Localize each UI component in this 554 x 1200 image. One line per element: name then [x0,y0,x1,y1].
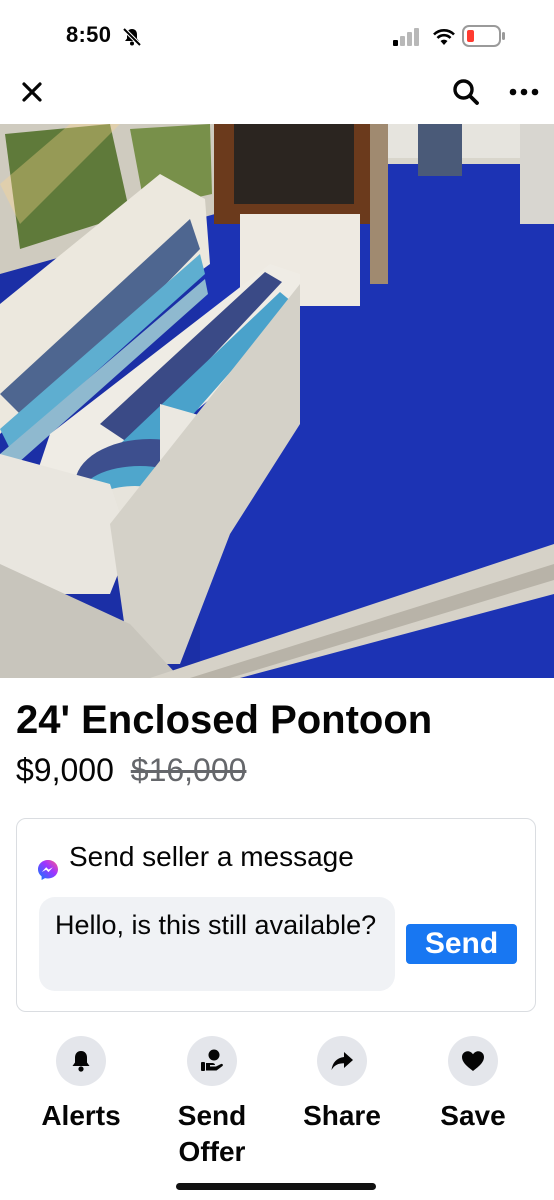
status-time: 8:50 [66,22,112,47]
search-button[interactable] [448,74,484,110]
share-button[interactable]: Share [277,1036,407,1134]
save-icon-circle [448,1036,498,1086]
action-bar: Alerts Send Offer Share Save [0,1036,554,1186]
close-button[interactable] [14,74,50,110]
alerts-label: Alerts [41,1100,121,1131]
messenger-icon [38,860,58,880]
search-icon [453,79,479,105]
save-button[interactable]: Save [408,1036,538,1134]
message-card-title: Send seller a message [69,841,354,872]
original-price: $16,000 [130,752,247,788]
listing-title: 24' Enclosed Pontoon [16,698,433,742]
price-row: $9,000 $16,000 [16,752,246,789]
listing-photo[interactable] [0,124,554,678]
status-bar: 8:50 [0,0,554,64]
bell-slash-icon [122,27,142,47]
offer-hand-icon [201,1049,223,1071]
more-icon [509,88,539,96]
share-label: Share [303,1100,381,1131]
send-offer-button[interactable]: Send Offer [147,1036,277,1170]
send-button[interactable]: Send [406,924,517,964]
heart-icon [462,1051,484,1071]
alerts-icon-circle [56,1036,106,1086]
more-options-button[interactable] [504,74,544,110]
pontoon-interior-image [0,124,554,678]
cellular-signal-icon [393,28,419,46]
wifi-icon [433,29,455,45]
share-icon-circle [317,1036,367,1086]
save-label: Save [440,1100,506,1131]
top-nav-bar [0,64,554,120]
bell-icon [72,1051,90,1072]
home-indicator[interactable] [176,1183,376,1190]
share-arrow-icon [331,1052,353,1070]
send-offer-label: Send Offer [177,1100,247,1167]
alerts-button[interactable]: Alerts [16,1036,146,1134]
send-offer-icon-circle [187,1036,237,1086]
battery-low-icon [462,25,505,47]
message-input[interactable]: Hello, is this still available? [39,897,395,991]
current-price: $9,000 [16,752,114,788]
message-seller-card: Send seller a message Hello, is this sti… [16,818,536,1012]
close-icon [22,82,42,102]
